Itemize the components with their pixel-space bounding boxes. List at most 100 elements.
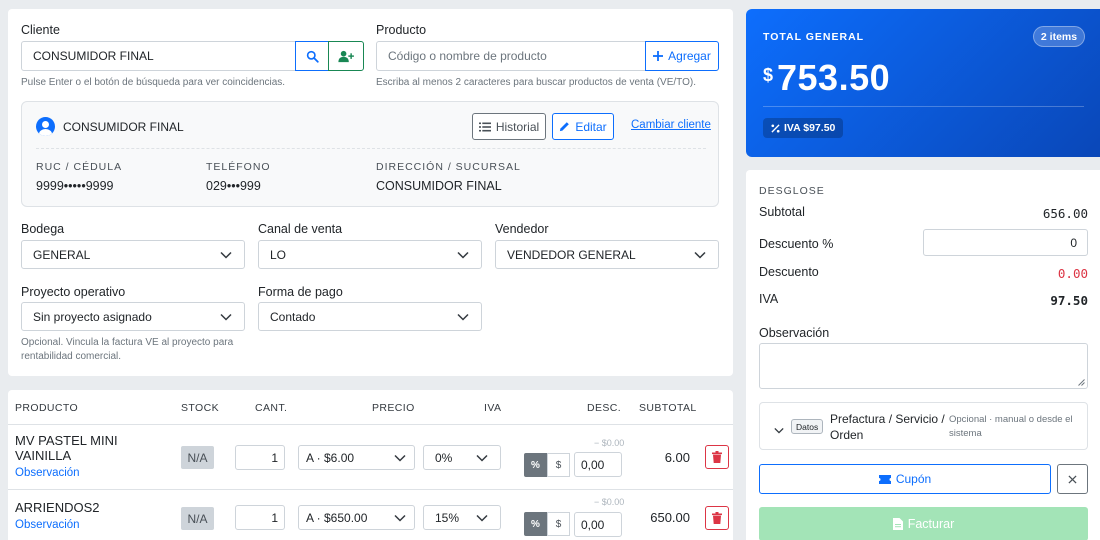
pago-select[interactable]: Contado xyxy=(258,302,482,331)
historial-button[interactable]: Historial xyxy=(472,113,546,140)
discount-percent-toggle[interactable]: % xyxy=(524,512,547,536)
cliente-label: Cliente xyxy=(21,23,60,37)
ticket-icon xyxy=(878,474,891,484)
canal-label: Canal de venta xyxy=(258,222,343,236)
cupon-button[interactable]: Cupón xyxy=(759,464,1051,494)
telefono-value: 029•••999 xyxy=(206,179,261,193)
price-select[interactable]: A · $650.00 xyxy=(298,505,415,530)
add-product-button[interactable]: Agregar xyxy=(645,41,719,71)
discount-percent-toggle[interactable]: % xyxy=(524,453,547,477)
descuento-pct-input[interactable]: 0 xyxy=(923,229,1088,256)
iva-value: 97.50 xyxy=(1050,293,1088,308)
pencil-icon xyxy=(560,122,570,132)
th-cant: CANT. xyxy=(255,402,288,414)
delete-row-button[interactable] xyxy=(705,445,729,469)
bodega-select[interactable]: GENERAL xyxy=(21,240,245,269)
iva-label: IVA xyxy=(759,292,779,306)
proyecto-hint-line1: Opcional. Vincula la factura VE al proye… xyxy=(21,337,234,348)
iva-select[interactable]: 15% xyxy=(423,505,501,530)
datos-badge: Datos xyxy=(791,419,824,434)
discount-input[interactable]: 0,00 xyxy=(574,512,622,537)
iva-value: 15% xyxy=(435,510,460,525)
producto-hint: Escriba al menos 2 caracteres para busca… xyxy=(376,77,696,88)
facturar-button[interactable]: Facturar xyxy=(759,507,1088,540)
editar-label: Editar xyxy=(575,119,607,134)
observacion-link[interactable]: Observación xyxy=(15,519,80,531)
price-value: A · $650.00 xyxy=(306,510,368,525)
prefactura-hint-line1: Opcional · manual o desde el xyxy=(949,414,1073,425)
search-icon xyxy=(306,50,319,63)
direccion-label: DIRECCIÓN / SUCURSAL xyxy=(376,161,521,173)
discount-amount-toggle[interactable]: $ xyxy=(547,453,570,477)
iva-badge: IVA $97.50 xyxy=(763,118,844,138)
vendedor-select[interactable]: VENDEDOR GENERAL xyxy=(495,240,719,269)
th-producto: PRODUCTO xyxy=(15,402,79,414)
proyecto-label: Proyecto operativo xyxy=(21,285,126,299)
total-amount: 753.50 xyxy=(777,57,891,98)
sale-form-card: Cliente CONSUMIDOR FINAL Pulse Enter o e… xyxy=(8,9,733,376)
add-client-button[interactable] xyxy=(328,41,364,71)
iva-select[interactable]: 0% xyxy=(423,445,501,470)
qty-input[interactable]: 1 xyxy=(235,505,285,530)
canal-value: LO xyxy=(270,247,287,262)
telefono-label: TELÉFONO xyxy=(206,161,271,173)
qty-input[interactable]: 1 xyxy=(235,445,285,470)
pago-label: Forma de pago xyxy=(258,285,343,299)
th-subtotal: SUBTOTAL xyxy=(639,402,697,414)
items-count-badge: 2 items xyxy=(1033,26,1085,47)
observacion-label: Observación xyxy=(759,326,830,340)
discount-hint: − $0.00 xyxy=(594,497,625,507)
bodega-value: GENERAL xyxy=(33,247,91,262)
chevron-down-icon xyxy=(456,310,470,324)
total-card: TOTAL GENERAL 2 items $ 753.50 IVA $97.5… xyxy=(746,9,1100,157)
total-currency: $ xyxy=(763,65,774,85)
close-icon xyxy=(1068,474,1077,484)
chevron-down-icon xyxy=(475,451,489,465)
desglose-title: DESGLOSE xyxy=(759,185,825,197)
user-plus-icon xyxy=(338,50,354,62)
canal-select[interactable]: LO xyxy=(258,240,482,269)
search-client-button[interactable] xyxy=(295,41,329,71)
th-precio: PRECIO xyxy=(372,402,415,414)
proyecto-hint-line2: rentabilidad comercial. xyxy=(21,351,122,362)
observacion-textarea[interactable] xyxy=(759,343,1088,389)
desglose-card: DESGLOSE Subtotal 656.00 Descuento % 0 D… xyxy=(746,170,1100,540)
proyecto-select[interactable]: Sin proyecto asignado xyxy=(21,302,245,331)
editar-button[interactable]: Editar xyxy=(552,113,614,140)
subtotal-value: 656.00 xyxy=(1042,206,1088,221)
chevron-down-icon xyxy=(774,421,784,439)
cambiar-cliente-link[interactable]: Cambiar cliente xyxy=(631,119,711,131)
cliente-hint: Pulse Enter o el botón de búsqueda para … xyxy=(21,77,286,88)
stock-badge: N/A xyxy=(181,446,214,469)
price-select[interactable]: A · $6.00 xyxy=(298,445,415,470)
discount-hint: − $0.00 xyxy=(594,438,625,448)
historial-label: Historial xyxy=(495,119,540,134)
chevron-down-icon xyxy=(219,248,233,262)
vendedor-value: VENDEDOR GENERAL xyxy=(507,247,636,262)
prefactura-accordion[interactable]: Datos Prefactura / Servicio / Orden Opci… xyxy=(759,402,1088,450)
chevron-down-icon xyxy=(219,310,233,324)
proyecto-value: Sin proyecto asignado xyxy=(33,309,152,324)
prefactura-hint-line2: sistema xyxy=(949,428,982,439)
observacion-link[interactable]: Observación xyxy=(15,467,80,479)
pago-value: Contado xyxy=(270,309,316,324)
descuento-value: 0.00 xyxy=(1057,266,1088,281)
cliente-input[interactable]: CONSUMIDOR FINAL xyxy=(21,41,297,71)
th-iva: IVA xyxy=(484,402,502,414)
chevron-down-icon xyxy=(475,511,489,525)
ruc-label: RUC / CÉDULA xyxy=(36,161,123,173)
producto-label: Producto xyxy=(376,23,427,37)
descuento-pct-label: Descuento % xyxy=(759,237,834,251)
iva-badge-text: IVA $97.50 xyxy=(784,122,836,134)
cupon-label: Cupón xyxy=(895,472,932,486)
clear-coupon-button[interactable] xyxy=(1057,464,1088,494)
th-desc: DESC. xyxy=(587,402,622,414)
prefactura-title-line2: Orden xyxy=(830,428,864,442)
producto-input[interactable]: Código o nombre de producto xyxy=(376,41,646,71)
facturar-label: Facturar xyxy=(907,517,955,531)
vendedor-label: Vendedor xyxy=(495,222,549,236)
discount-amount-toggle[interactable]: $ xyxy=(547,512,570,536)
delete-row-button[interactable] xyxy=(705,506,729,530)
discount-input[interactable]: 0,00 xyxy=(574,452,622,477)
ruc-value: 9999•••••9999 xyxy=(36,179,114,193)
